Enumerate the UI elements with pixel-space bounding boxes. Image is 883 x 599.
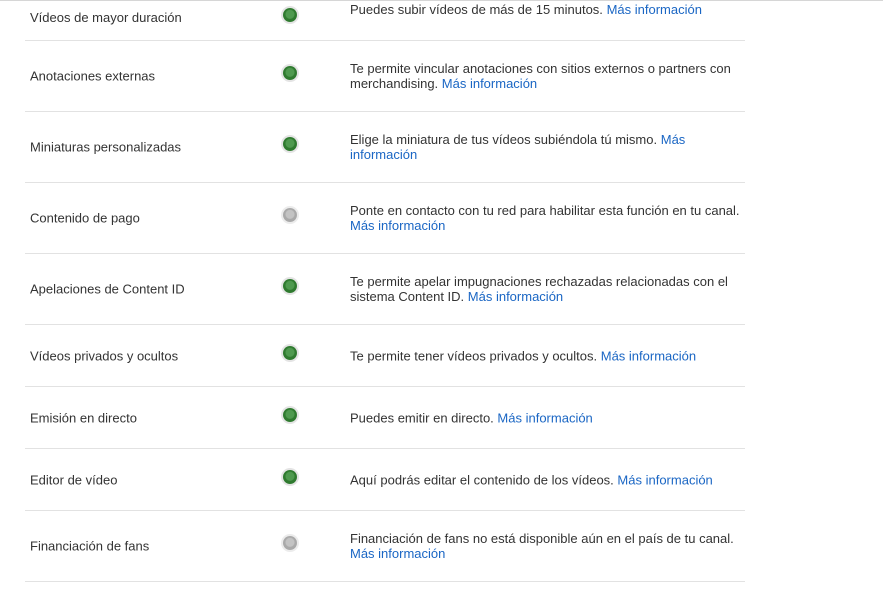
more-info-link[interactable]: Más información (497, 410, 592, 425)
feature-description-text: Puedes subir vídeos de más de 15 minutos… (350, 2, 603, 17)
feature-row-content-id-appeals: Apelaciones de Content ID Te permite ape… (25, 254, 745, 325)
feature-description: Aquí podrás editar el contenido de los v… (350, 472, 742, 487)
feature-row-fan-funding: Financiación de fans Financiación de fan… (25, 511, 745, 582)
feature-description-text: Aquí podrás editar el contenido de los v… (350, 472, 614, 487)
feature-description-text: Financiación de fans no está disponible … (350, 531, 734, 546)
feature-name: Anotaciones externas (30, 68, 156, 84)
feature-name: Apelaciones de Content ID (30, 281, 185, 297)
feature-description: Te permite apelar impugnaciones rechazad… (350, 274, 742, 304)
enabled-status-icon (283, 407, 297, 422)
more-info-link[interactable]: Más información (617, 472, 712, 487)
feature-name: Contenido de pago (30, 210, 140, 226)
feature-description: Te permite vincular anotaciones con siti… (350, 61, 742, 91)
enabled-status-icon (283, 8, 297, 22)
feature-name: Financiación de fans (30, 538, 150, 554)
more-info-link[interactable]: Más información (607, 2, 702, 17)
feature-description: Elige la miniatura de tus vídeos subiénd… (350, 132, 742, 162)
feature-row-external-annotations: Anotaciones externas Te permite vincular… (25, 41, 745, 112)
feature-description-text: Te permite vincular anotaciones con siti… (350, 61, 731, 91)
enabled-status-icon (283, 279, 297, 293)
more-info-link[interactable]: Más información (350, 546, 445, 561)
feature-row-longer-videos: Vídeos de mayor duración Puedes subir ví… (25, 0, 745, 41)
feature-row-video-editor: Editor de vídeo Aquí podrás editar el co… (25, 449, 745, 511)
feature-row-custom-thumbnails: Miniaturas personalizadas Elige la minia… (25, 112, 745, 183)
feature-name: Vídeos de mayor duración (30, 10, 182, 25)
feature-description: Te permite tener vídeos privados y ocult… (350, 348, 742, 363)
enabled-status-icon (283, 469, 297, 484)
feature-description: Puedes subir vídeos de más de 15 minutos… (350, 2, 742, 17)
feature-row-paid-content: Contenido de pago Ponte en contacto con … (25, 183, 745, 254)
enabled-status-icon (283, 137, 297, 151)
feature-name: Emisión en directo (30, 410, 137, 425)
disabled-status-icon (283, 536, 297, 550)
feature-description: Puedes emitir en directo. Más informació… (350, 410, 742, 425)
feature-description-text: Puedes emitir en directo. (350, 410, 494, 425)
feature-description-text: Te permite tener vídeos privados y ocult… (350, 348, 598, 363)
more-info-link[interactable]: Más información (442, 76, 537, 91)
feature-row-live-streaming: Emisión en directo Puedes emitir en dire… (25, 387, 745, 449)
feature-description: Financiación de fans no está disponible … (350, 531, 742, 561)
more-info-link[interactable]: Más información (468, 289, 563, 304)
feature-description-text: Elige la miniatura de tus vídeos subiénd… (350, 132, 658, 147)
more-info-link[interactable]: Más información (350, 218, 445, 233)
feature-description: Ponte en contacto con tu red para habili… (350, 203, 742, 233)
enabled-status-icon (283, 345, 297, 360)
enabled-status-icon (283, 66, 297, 80)
disabled-status-icon (283, 208, 297, 222)
more-info-link[interactable]: Más información (601, 348, 696, 363)
feature-name: Miniaturas personalizadas (30, 139, 182, 155)
feature-name: Vídeos privados y ocultos (30, 348, 179, 363)
feature-description-text: Ponte en contacto con tu red para habili… (350, 203, 740, 218)
feature-name: Editor de vídeo (30, 472, 118, 487)
channel-features-list: Vídeos de mayor duración Puedes subir ví… (25, 0, 745, 582)
feature-row-private-unlisted-videos: Vídeos privados y ocultos Te permite ten… (25, 325, 745, 387)
